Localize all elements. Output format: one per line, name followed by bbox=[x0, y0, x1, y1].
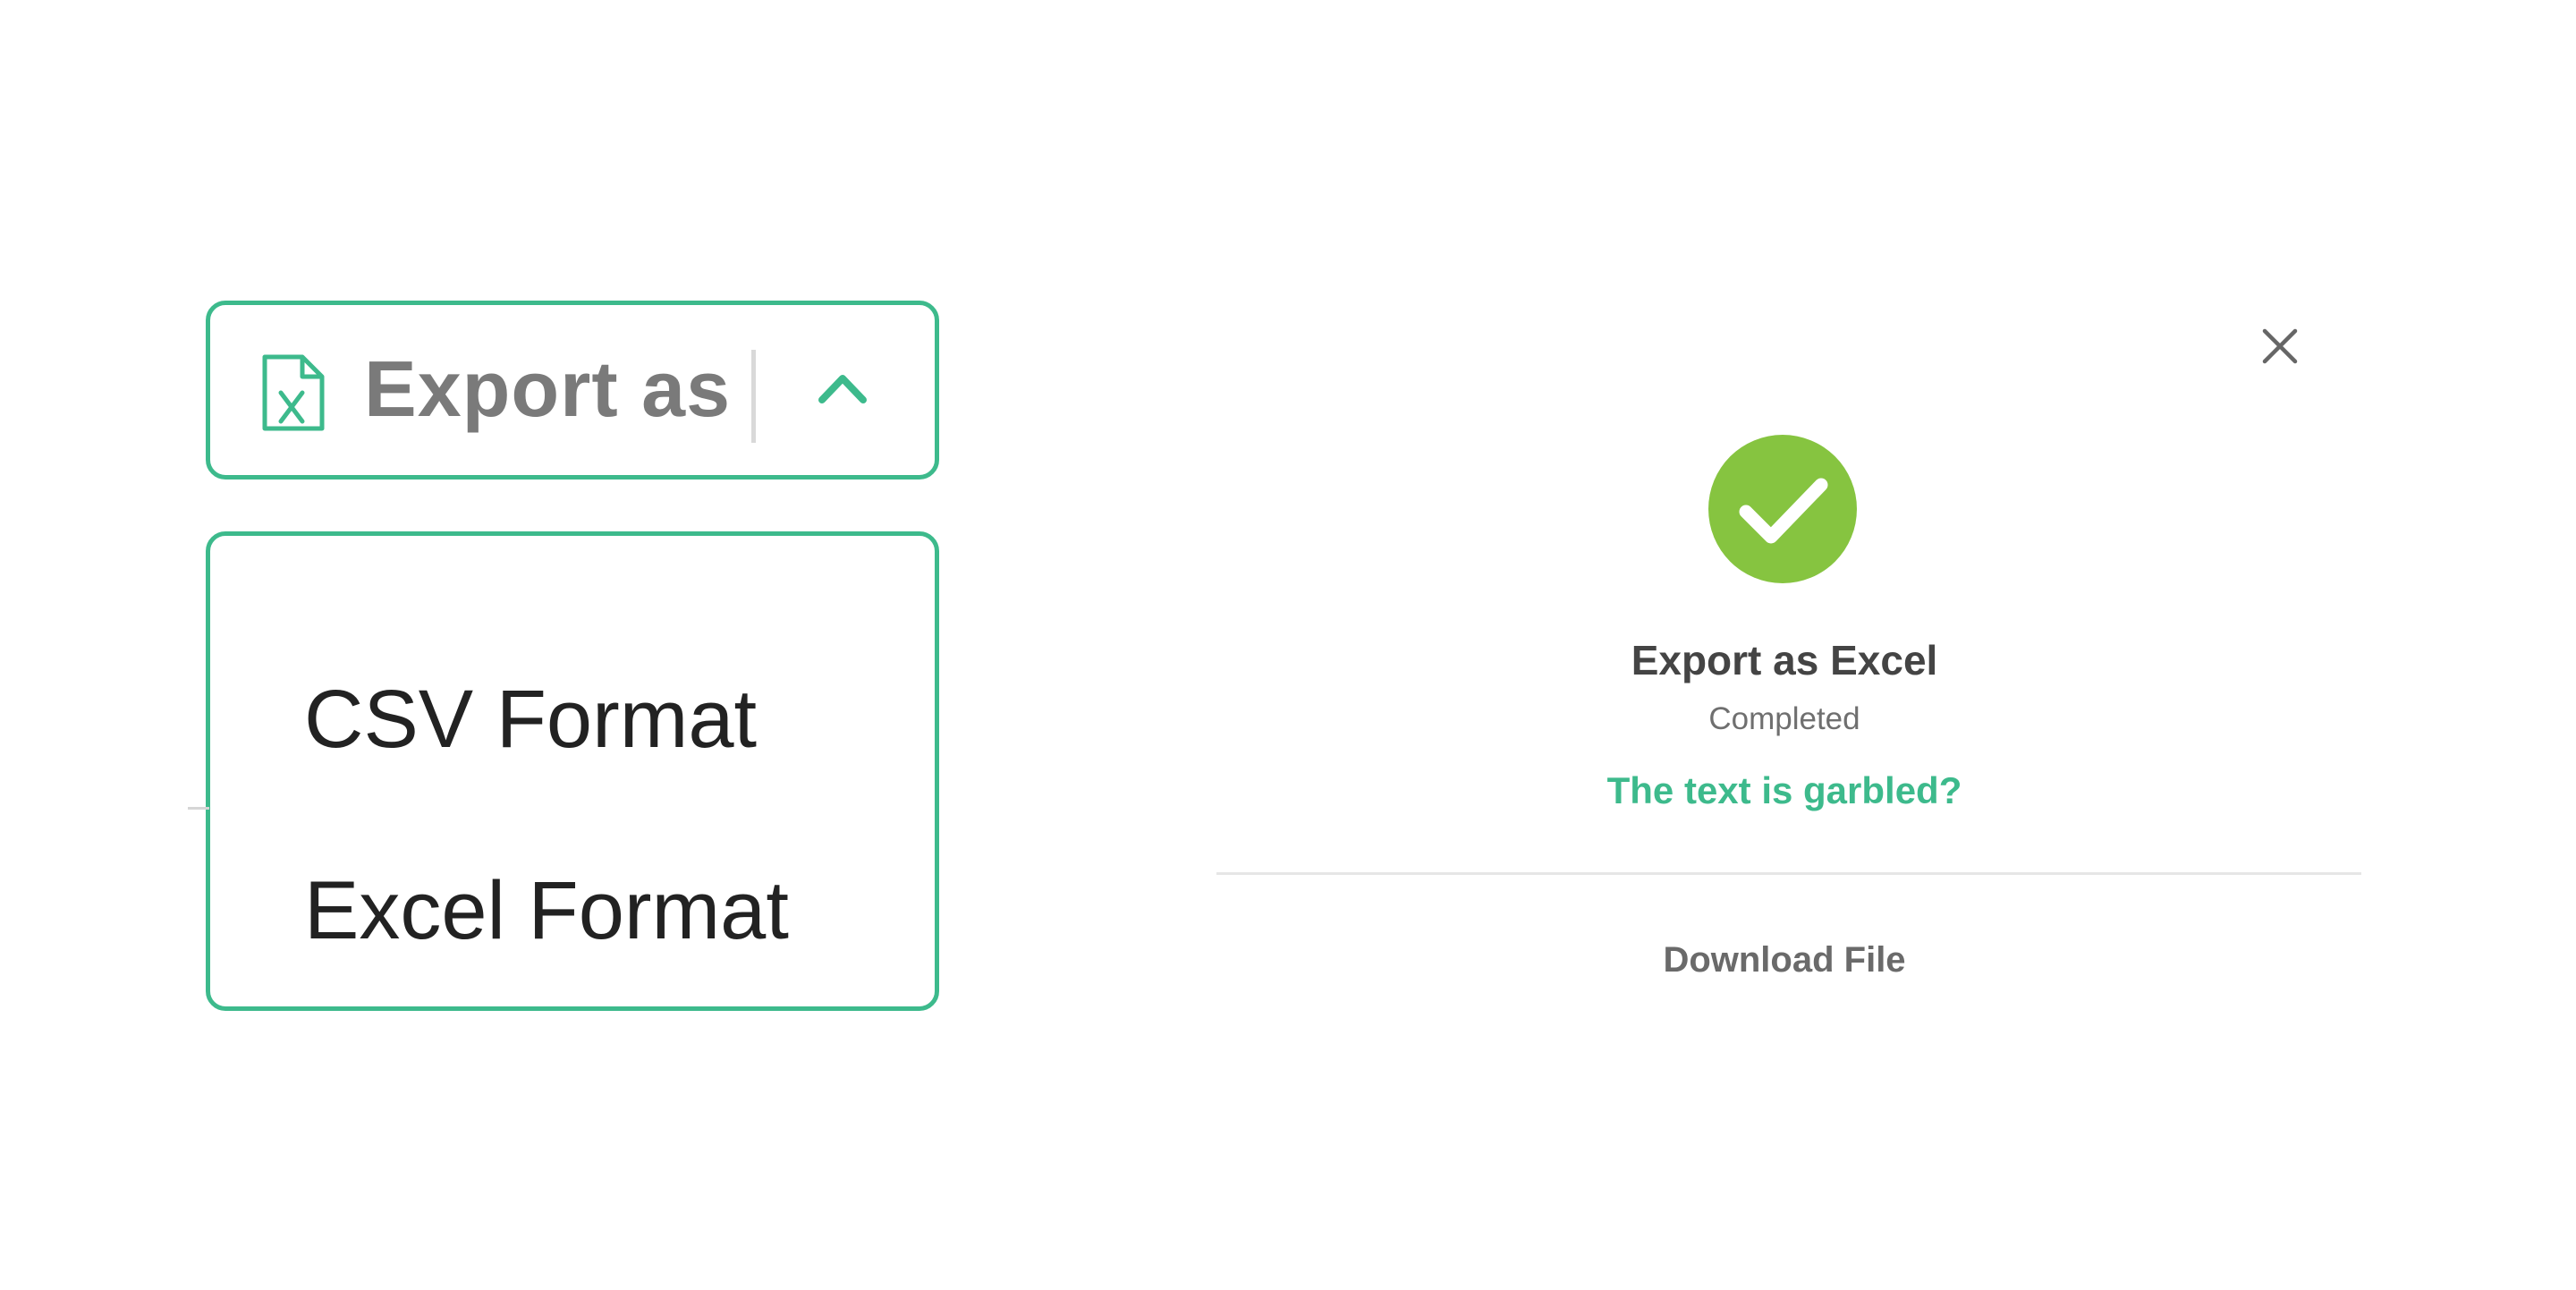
button-divider bbox=[751, 350, 756, 443]
export-format-menu: CSV Format Excel Format bbox=[206, 531, 939, 1011]
menu-item-csv-format[interactable]: CSV Format bbox=[304, 670, 757, 768]
menu-item-excel-format[interactable]: Excel Format bbox=[304, 861, 789, 960]
export-as-label: Export as bbox=[364, 344, 732, 433]
excel-file-icon bbox=[262, 354, 325, 431]
dialog-separator bbox=[1216, 872, 2361, 875]
close-icon[interactable] bbox=[2254, 320, 2306, 372]
dialog-title: Export as Excel bbox=[1631, 637, 1938, 683]
garbled-text-help-link[interactable]: The text is garbled? bbox=[1216, 766, 2352, 816]
check-circle-icon bbox=[1708, 435, 1857, 583]
background-divider bbox=[188, 807, 209, 810]
export-complete-dialog: Export as Excel Completed The text is ga… bbox=[1216, 295, 2370, 1029]
chevron-up-icon[interactable] bbox=[811, 362, 874, 416]
download-file-button[interactable]: Download File bbox=[1216, 935, 2352, 985]
export-as-button[interactable]: Export as bbox=[206, 301, 939, 480]
status-text: Completed bbox=[1708, 701, 1860, 736]
